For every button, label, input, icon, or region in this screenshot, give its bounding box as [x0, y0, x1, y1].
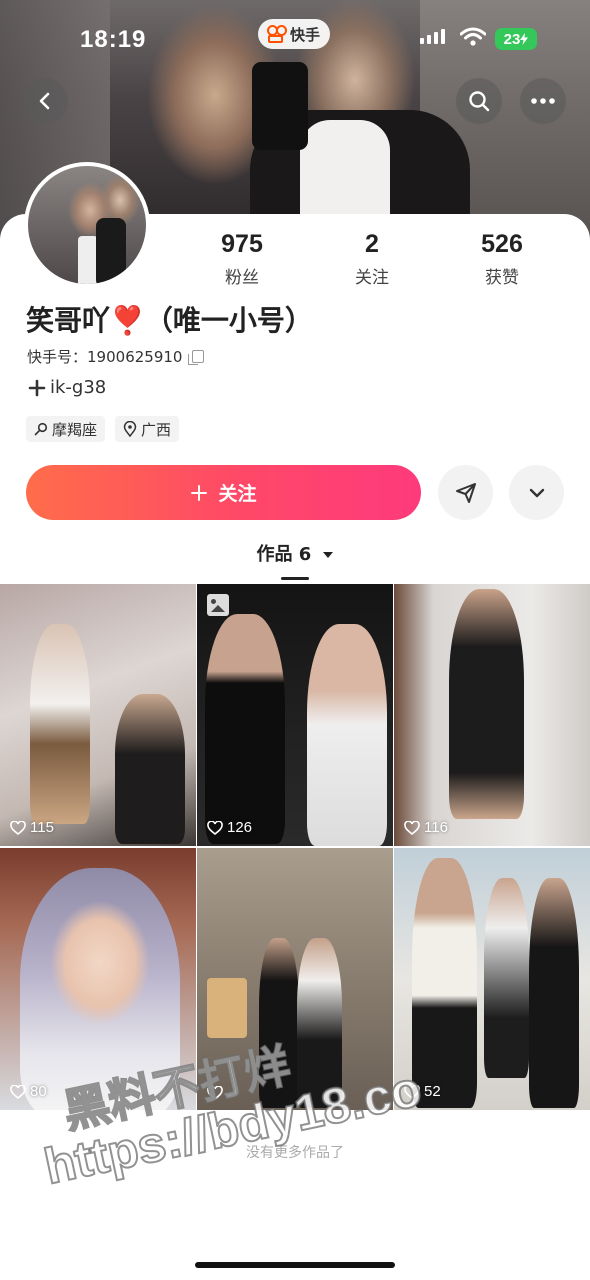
battery-indicator: 23	[495, 28, 537, 50]
user-id-value: 1900625910	[87, 348, 183, 366]
work-item[interactable]: 52	[394, 848, 590, 1110]
send-icon	[455, 482, 476, 503]
app-pill-label: 快手	[290, 25, 321, 44]
stat-label: 获赞	[485, 268, 519, 288]
status-time: 18:19	[80, 26, 147, 53]
search-button[interactable]	[456, 78, 502, 124]
more-dots-icon	[531, 98, 555, 104]
profile-tags: 摩羯座 广西	[26, 416, 180, 442]
tag-zodiac: 摩羯座	[26, 416, 106, 442]
status-bar: 18:19 快手 23	[0, 0, 590, 80]
charging-bolt-icon	[520, 33, 529, 45]
plus-icon	[28, 379, 46, 396]
tag-label: 摩羯座	[52, 420, 98, 439]
user-id-label: 快手号：	[27, 348, 88, 366]
location-pin-icon	[123, 421, 137, 437]
work-likes: 115	[10, 819, 54, 836]
stat-value: 975	[221, 230, 263, 258]
work-likes-count: 52	[424, 1083, 441, 1100]
work-item[interactable]: 116	[394, 584, 590, 846]
heart-icon	[10, 1084, 26, 1099]
avatar[interactable]	[24, 162, 150, 288]
zodiac-icon	[34, 422, 48, 436]
copy-icon[interactable]	[188, 350, 205, 365]
tab-works-label: 作品 6	[256, 544, 312, 565]
expand-button[interactable]	[509, 465, 564, 520]
stat-likes[interactable]: 526 获赞	[438, 230, 566, 288]
tab-underline	[281, 577, 309, 580]
stat-followers[interactable]: 975 粉丝	[178, 230, 306, 288]
share-button[interactable]	[438, 465, 493, 520]
extra-info-text: ik-g38	[50, 377, 107, 398]
app-pill[interactable]: 快手	[258, 19, 331, 49]
battery-level: 23	[503, 30, 521, 48]
wifi-icon	[460, 27, 486, 46]
stat-label: 粉丝	[225, 268, 259, 288]
follow-button-label: 关注	[218, 483, 257, 505]
work-item[interactable]: 115	[0, 584, 196, 846]
profile-stats: 975 粉丝 2 关注 526 获赞	[178, 230, 578, 288]
work-likes: 126	[207, 819, 252, 836]
work-likes: 116	[404, 819, 448, 836]
heart-icon	[10, 820, 26, 835]
work-item[interactable]: 126	[197, 584, 393, 846]
follow-button[interactable]: 关注	[26, 465, 421, 520]
image-icon	[207, 594, 229, 616]
work-likes-count: 115	[30, 819, 54, 836]
heart-icon	[207, 820, 223, 835]
work-likes-count: 126	[227, 819, 253, 836]
more-options-button[interactable]	[520, 78, 566, 124]
kuaishou-logo-icon	[266, 24, 287, 44]
stat-label: 关注	[355, 268, 389, 288]
stat-value: 526	[481, 230, 523, 258]
user-id-row: 快手号：1900625910	[27, 346, 205, 367]
stat-value: 2	[365, 230, 379, 258]
tab-works[interactable]: 作品 6	[0, 540, 590, 566]
home-indicator[interactable]	[195, 1262, 395, 1268]
heart-icon	[404, 820, 420, 835]
back-button[interactable]	[22, 78, 68, 124]
stat-following[interactable]: 2 关注	[308, 230, 436, 288]
plus-icon	[191, 484, 208, 501]
chevron-down-icon	[529, 488, 544, 497]
profile-name: 笑哥吖❣️（唯一小号）	[26, 304, 313, 337]
chevron-left-icon	[39, 92, 50, 110]
work-likes-count: 116	[424, 819, 448, 836]
cellular-signal-icon	[420, 28, 445, 44]
extra-info-row: ik-g38	[28, 377, 106, 398]
caret-down-icon	[322, 552, 333, 558]
search-icon	[469, 91, 490, 112]
tag-location: 广西	[115, 416, 180, 442]
tag-label: 广西	[141, 420, 172, 439]
